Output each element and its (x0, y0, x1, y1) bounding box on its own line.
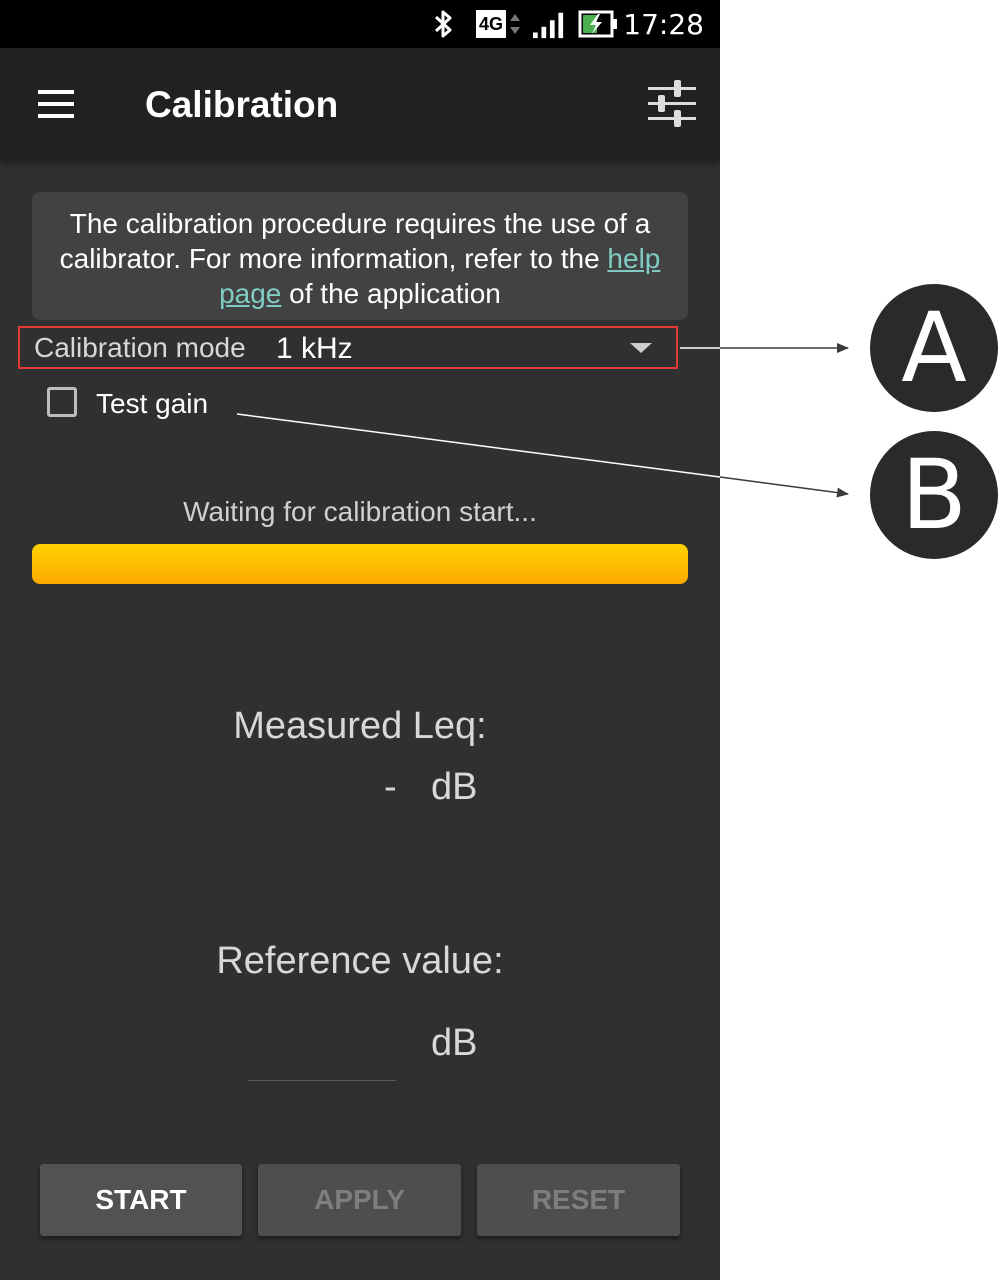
callout-arrows (236, 343, 850, 498)
callout-arrow-b (236, 413, 721, 478)
callout-a: A (870, 284, 998, 412)
callout-b: B (870, 431, 998, 559)
